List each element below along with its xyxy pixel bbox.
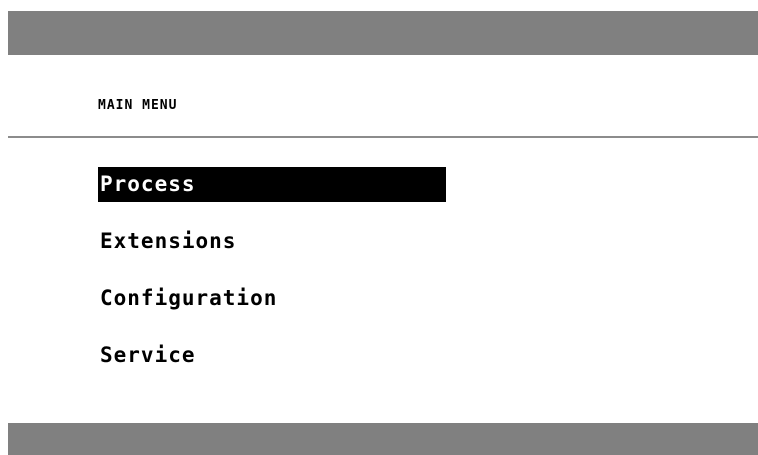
- main-menu-list: Process Extensions Configuration Service: [98, 167, 446, 395]
- menu-item-service[interactable]: Service: [98, 338, 446, 373]
- menu-item-configuration[interactable]: Configuration: [98, 281, 446, 316]
- bottom-status-bar: [8, 423, 758, 455]
- menu-item-process[interactable]: Process: [98, 167, 446, 202]
- title-divider: [8, 136, 758, 138]
- menu-item-extensions[interactable]: Extensions: [98, 224, 446, 259]
- page-title: MAIN MENU: [98, 98, 178, 113]
- top-status-bar: [8, 11, 758, 55]
